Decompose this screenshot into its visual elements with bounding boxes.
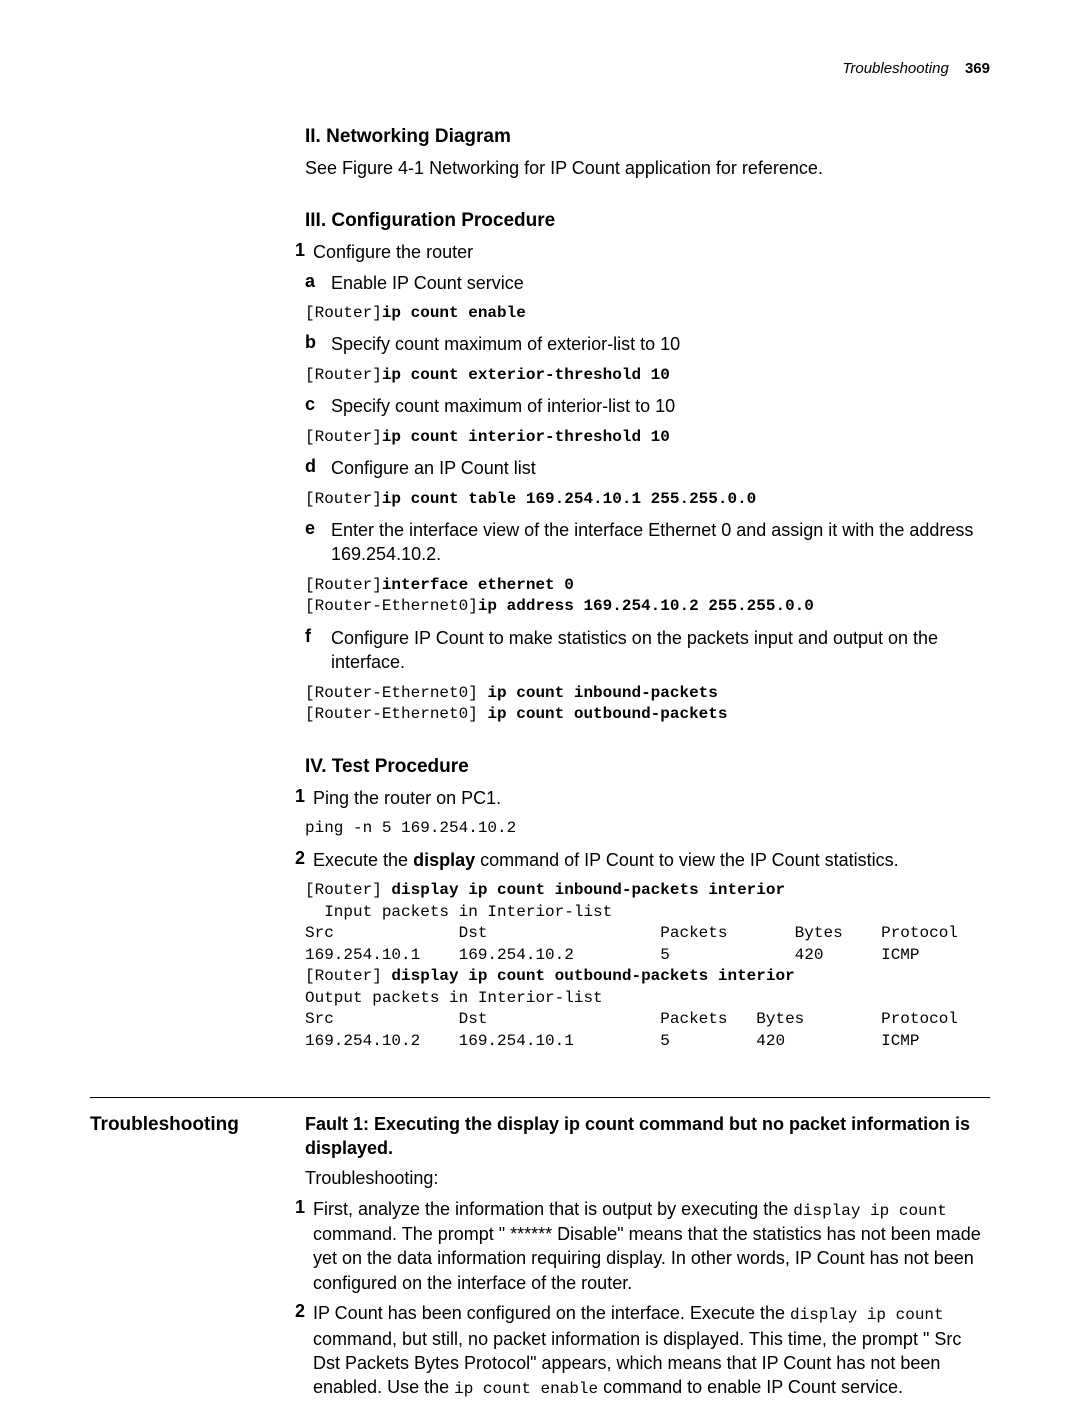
substep-label: d <box>305 456 331 477</box>
step-text: Ping the router on PC1. <box>305 786 990 810</box>
text-networking-diagram: See Figure 4-1 Networking for IP Count a… <box>305 156 990 180</box>
step-number: 2 <box>279 1301 305 1322</box>
display-output: [Router] display ip count inbound-packet… <box>305 880 990 1053</box>
substep-label: e <box>305 518 331 539</box>
ts-step-2: 2 IP Count has been configured on the in… <box>305 1301 990 1401</box>
main-column: II. Networking Diagram See Figure 4-1 Ne… <box>305 120 990 1061</box>
page: Troubleshooting 369 II. Networking Diagr… <box>0 0 1080 1397</box>
substep-a: a Enable IP Count service <box>305 271 990 295</box>
step-number: 1 <box>279 786 305 807</box>
section-divider <box>90 1097 990 1098</box>
step-number: 2 <box>279 848 305 869</box>
substep-text: Enable IP Count service <box>331 271 990 295</box>
heading-test-procedure: IV. Test Procedure <box>305 756 990 778</box>
substep-text: Specify count maximum of exterior-list t… <box>331 332 990 356</box>
step-text: Execute the display command of IP Count … <box>305 848 990 872</box>
substep-label: a <box>305 271 331 292</box>
code-a: [Router]ip count enable <box>305 303 990 325</box>
code-f: [Router-Ethernet0] ip count inbound-pack… <box>305 683 990 726</box>
code-e: [Router]interface ethernet 0 [Router-Eth… <box>305 575 990 618</box>
substep-label: b <box>305 332 331 353</box>
troubleshooting-section: Troubleshooting Fault 1: Executing the d… <box>90 1112 990 1407</box>
step-number: 1 <box>279 1197 305 1218</box>
step-number: 1 <box>279 240 305 261</box>
inline-code: display ip count <box>790 1306 944 1324</box>
test-step-1: 1 Ping the router on PC1. <box>305 786 990 810</box>
step-text: Configure the router <box>305 240 990 264</box>
step-text: First, analyze the information that is o… <box>305 1197 990 1295</box>
substep-b: b Specify count maximum of exterior-list… <box>305 332 990 356</box>
troubleshooting-body: Fault 1: Executing the display ip count … <box>305 1112 990 1407</box>
config-step-1: 1 Configure the router <box>305 240 990 264</box>
substep-label: c <box>305 394 331 415</box>
substep-text: Configure an IP Count list <box>331 456 990 480</box>
code-d: [Router]ip count table 169.254.10.1 255.… <box>305 489 990 511</box>
left-gutter <box>90 120 305 122</box>
page-number: 369 <box>965 60 990 77</box>
code-ping: ping -n 5 169.254.10.2 <box>305 818 990 840</box>
code-c: [Router]ip count interior-threshold 10 <box>305 427 990 449</box>
substep-label: f <box>305 626 331 647</box>
ts-step-1: 1 First, analyze the information that is… <box>305 1197 990 1295</box>
header-section: Troubleshooting <box>842 60 948 77</box>
troubleshooting-intro: Troubleshooting: <box>305 1166 990 1190</box>
heading-networking-diagram: II. Networking Diagram <box>305 126 990 148</box>
substep-text: Specify count maximum of interior-list t… <box>331 394 990 418</box>
substep-f: f Configure IP Count to make statistics … <box>305 626 990 675</box>
test-step-2: 2 Execute the display command of IP Coun… <box>305 848 990 872</box>
running-header: Troubleshooting 369 <box>842 60 990 77</box>
code-b: [Router]ip count exterior-threshold 10 <box>305 365 990 387</box>
heading-config-procedure: III. Configuration Procedure <box>305 210 990 232</box>
inline-code: ip count enable <box>454 1380 598 1398</box>
step-text: IP Count has been configured on the inte… <box>305 1301 990 1401</box>
substep-text: Enter the interface view of the interfac… <box>331 518 990 567</box>
substep-c: c Specify count maximum of interior-list… <box>305 394 990 418</box>
substep-text: Configure IP Count to make statistics on… <box>331 626 990 675</box>
substep-d: d Configure an IP Count list <box>305 456 990 480</box>
substep-e: e Enter the interface view of the interf… <box>305 518 990 567</box>
fault-title: Fault 1: Executing the display ip count … <box>305 1112 990 1161</box>
inline-code: display ip count <box>793 1202 947 1220</box>
side-heading: Troubleshooting <box>90 1112 305 1136</box>
